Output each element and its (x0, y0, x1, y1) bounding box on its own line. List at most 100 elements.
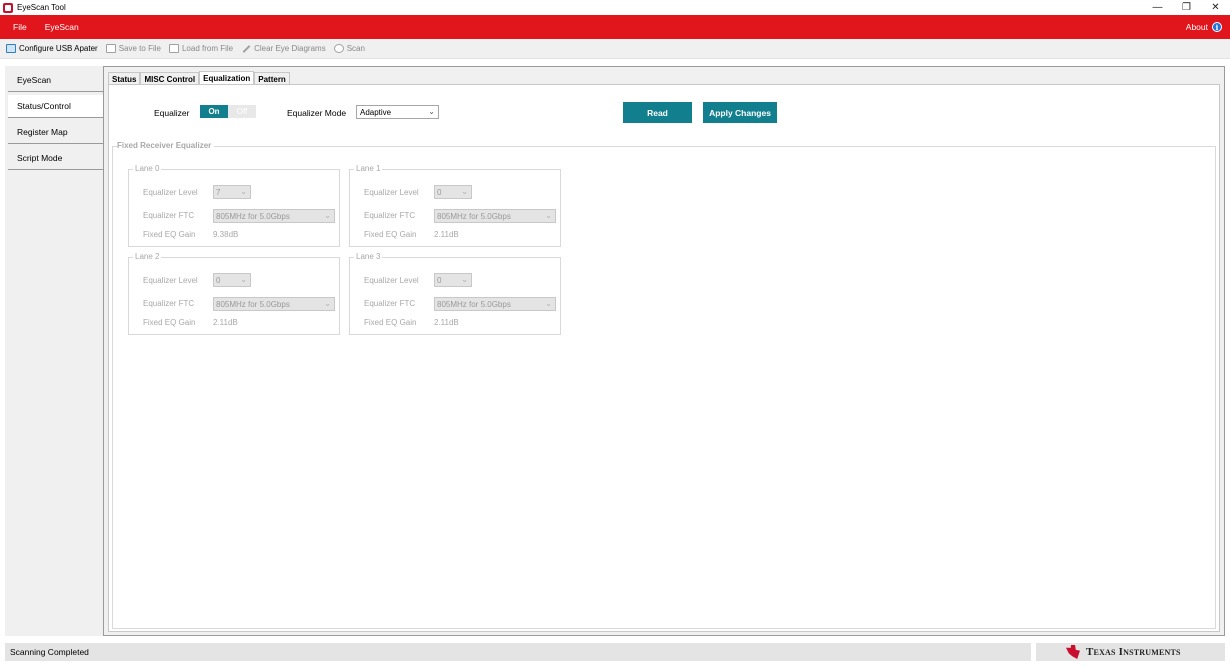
equalizer-ftc-select[interactable]: 805MHz for 5.0Gbps ⌄ (434, 209, 556, 223)
configure-usb-button[interactable]: Configure USB Apater (6, 44, 98, 53)
toolbar: Configure USB Apater Save to File Load f… (0, 39, 1230, 59)
equalizer-ftc-select[interactable]: 805MHz for 5.0Gbps ⌄ (213, 297, 335, 311)
equalizer-ftc-select[interactable]: 805MHz for 5.0Gbps ⌄ (434, 297, 556, 311)
equalizer-ftc-value: 805MHz for 5.0Gbps (437, 211, 511, 221)
chevron-down-icon: ⌄ (324, 299, 331, 308)
scan-button[interactable]: Scan (333, 44, 365, 53)
menu-file[interactable]: File (10, 22, 30, 32)
info-icon: i (1212, 22, 1222, 32)
menu-bar: File EyeScan About i (0, 15, 1230, 39)
tab-equalization[interactable]: Equalization (199, 71, 255, 85)
status-bar: Scanning Completed (5, 643, 1031, 661)
equalizer-level-select[interactable]: 0 ⌄ (434, 185, 472, 199)
brand-logo: Texas Instruments (1036, 643, 1225, 661)
sidebar-item-eyescan[interactable]: EyeScan (8, 69, 104, 92)
equalizer-level-select[interactable]: 0 ⌄ (213, 273, 251, 287)
chevron-down-icon: ⌄ (324, 211, 331, 220)
sidebar-item-script-mode[interactable]: Script Mode (8, 147, 104, 170)
equalizer-level-select[interactable]: 0 ⌄ (434, 273, 472, 287)
fixed-eq-gain-label: Fixed EQ Gain (364, 230, 417, 239)
equalizer-mode-value: Adaptive (360, 107, 392, 117)
load-label: Load from File (181, 44, 234, 53)
configure-usb-label: Configure USB Apater (19, 44, 98, 53)
fixed-receiver-equalizer-group: Lane 0 Equalizer Level 7 ⌄ Equalizer FTC… (112, 146, 1216, 629)
app-icon (3, 2, 13, 13)
save-label: Save to File (118, 44, 161, 53)
equalizer-level-label: Equalizer Level (143, 276, 198, 285)
save-icon (105, 44, 116, 53)
sidebar-item-status-control[interactable]: Status/Control (8, 95, 104, 118)
lane-2-group: Lane 2 Equalizer Level 0 ⌄ Equalizer FTC… (128, 252, 340, 335)
chevron-down-icon: ⌄ (545, 299, 552, 308)
status-text: Scanning Completed (10, 647, 89, 657)
chevron-down-icon: ⌄ (545, 211, 552, 220)
fixed-eq-gain-value: 2.11dB (434, 318, 459, 327)
fixed-eq-gain-label: Fixed EQ Gain (143, 230, 196, 239)
window-controls: — ❐ ✕ (1143, 0, 1230, 15)
equalizer-ftc-label: Equalizer FTC (364, 299, 416, 308)
equalization-tab-content: Equalizer On Off Equalizer Mode Adaptive… (108, 84, 1220, 632)
equalizer-ftc-label: Equalizer FTC (143, 299, 195, 308)
equalizer-ftc-select[interactable]: 805MHz for 5.0Gbps ⌄ (213, 209, 335, 223)
equalizer-mode-select[interactable]: Adaptive ⌄ (356, 105, 439, 119)
fixed-eq-gain-label: Fixed EQ Gain (364, 318, 417, 327)
lane-title: Lane 0 (133, 164, 162, 173)
folder-icon (168, 44, 179, 53)
texas-instruments-logo-icon (1066, 645, 1080, 659)
eraser-icon (241, 44, 251, 53)
chevron-down-icon: ⌄ (240, 187, 247, 196)
read-button[interactable]: Read (623, 102, 692, 123)
lane-0-group: Lane 0 Equalizer Level 7 ⌄ Equalizer FTC… (128, 164, 340, 247)
title-bar: EyeScan Tool — ❐ ✕ (0, 0, 1230, 15)
scan-label: Scan (346, 44, 365, 53)
equalizer-level-label: Equalizer Level (143, 188, 198, 197)
equalizer-level-label: Equalizer Level (364, 276, 419, 285)
sidebar-item-register-map[interactable]: Register Map (8, 121, 104, 144)
brand-name: Texas Instruments (1086, 646, 1181, 658)
equalizer-level-label: Equalizer Level (364, 188, 419, 197)
fixed-eq-gain-label: Fixed EQ Gain (143, 318, 196, 327)
equalizer-ftc-value: 805MHz for 5.0Gbps (437, 299, 511, 309)
toggle-off[interactable]: Off (228, 105, 256, 118)
usb-icon (6, 44, 16, 53)
equalizer-level-value: 0 (437, 275, 442, 285)
lane-3-group: Lane 3 Equalizer Level 0 ⌄ Equalizer FTC… (349, 252, 561, 335)
window-title: EyeScan Tool (17, 3, 66, 12)
scan-icon (333, 44, 344, 53)
equalizer-ftc-value: 805MHz for 5.0Gbps (216, 211, 290, 221)
toggle-on[interactable]: On (200, 105, 228, 118)
equalizer-ftc-label: Equalizer FTC (364, 211, 416, 220)
fixed-eq-gain-value: 9.38dB (213, 230, 239, 239)
chevron-down-icon: ⌄ (461, 275, 468, 284)
chevron-down-icon: ⌄ (240, 275, 247, 284)
equalizer-ftc-label: Equalizer FTC (143, 211, 195, 220)
chevron-down-icon: ⌄ (461, 187, 468, 196)
tab-strip: Status MISC Control Equalization Pattern (108, 71, 290, 85)
lane-title: Lane 3 (354, 252, 383, 261)
equalizer-mode-label: Equalizer Mode (287, 108, 347, 118)
main-panel: Status MISC Control Equalization Pattern… (103, 66, 1225, 636)
equalizer-level-value: 0 (216, 275, 221, 285)
equalizer-label: Equalizer (154, 108, 190, 118)
equalizer-level-select[interactable]: 7 ⌄ (213, 185, 251, 199)
about-label: About (1185, 22, 1208, 32)
fixed-eq-gain-value: 2.11dB (434, 230, 459, 239)
load-from-file-button[interactable]: Load from File (168, 44, 234, 53)
apply-changes-button[interactable]: Apply Changes (703, 102, 777, 123)
restore-icon[interactable]: ❐ (1172, 0, 1201, 15)
clear-label: Clear Eye Diagrams (254, 44, 326, 53)
close-icon[interactable]: ✕ (1201, 0, 1230, 15)
equalizer-level-value: 0 (437, 187, 442, 197)
lane-title: Lane 1 (354, 164, 383, 173)
minimize-icon[interactable]: — (1143, 0, 1172, 15)
save-to-file-button[interactable]: Save to File (105, 44, 161, 53)
fixed-receiver-equalizer-title: Fixed Receiver Equalizer (117, 141, 215, 150)
equalizer-toggle[interactable]: On Off (200, 105, 256, 118)
about-button[interactable]: About i (1186, 15, 1222, 39)
menu-eyescan[interactable]: EyeScan (42, 22, 82, 32)
lane-1-group: Lane 1 Equalizer Level 0 ⌄ Equalizer FTC… (349, 164, 561, 247)
equalizer-ftc-value: 805MHz for 5.0Gbps (216, 299, 290, 309)
clear-eye-diagrams-button[interactable]: Clear Eye Diagrams (241, 44, 326, 53)
equalizer-level-value: 7 (216, 187, 221, 197)
lane-title: Lane 2 (133, 252, 162, 261)
